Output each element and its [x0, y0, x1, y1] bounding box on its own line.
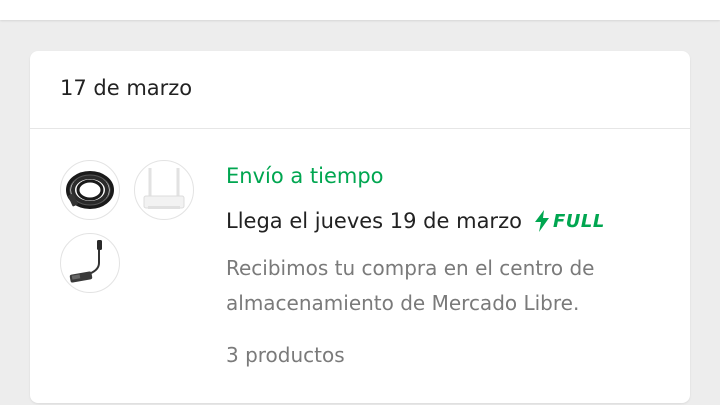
microphone-product-icon	[63, 236, 117, 290]
order-card-header: 17 de marzo	[30, 51, 690, 129]
full-badge-label: FULL	[552, 210, 605, 232]
delivery-description: Recibimos tu compra en el centro de alma…	[226, 256, 595, 315]
arrival-text: Llega el jueves 19 de marzo	[226, 209, 522, 233]
product-count: 3 productos	[226, 343, 345, 367]
delivery-status: Envío a tiempo	[226, 164, 384, 188]
top-panel-edge	[0, 0, 720, 20]
wifi-router-product-icon	[137, 163, 191, 217]
order-date-title: 17 de marzo	[60, 76, 193, 100]
product-thumbnail-microphone	[60, 233, 120, 293]
full-badge: FULL	[534, 210, 605, 232]
product-thumbnail-router	[134, 160, 194, 220]
product-thumbnail-cable	[60, 160, 120, 220]
arrival-date: Llega el jueves 19 de marzo FULL	[226, 209, 605, 233]
lightning-bolt-icon	[534, 210, 549, 232]
cable-coil-product-icon	[63, 163, 117, 217]
